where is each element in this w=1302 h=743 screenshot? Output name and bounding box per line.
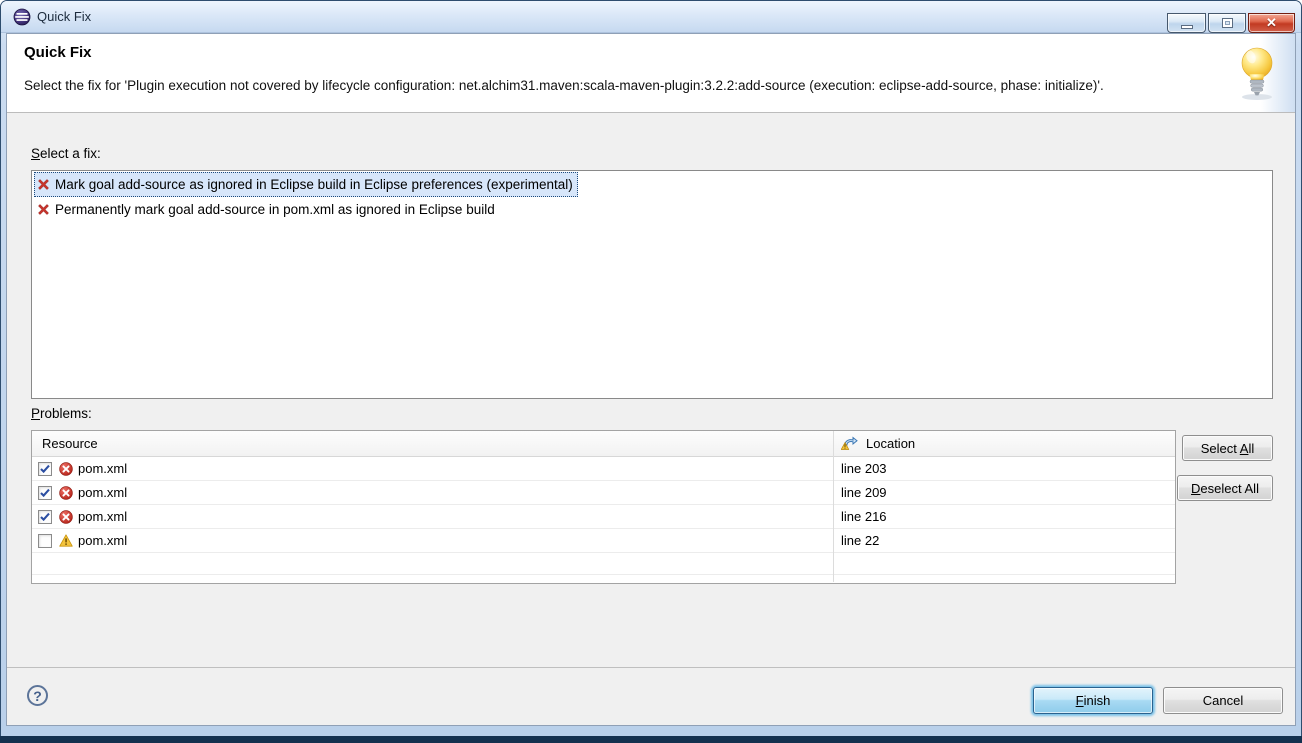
location-column-label: Location xyxy=(866,436,915,451)
problem-row[interactable]: pom.xml line 216 xyxy=(32,505,1175,529)
maximize-button[interactable] xyxy=(1208,13,1246,33)
help-button[interactable]: ? xyxy=(27,685,48,706)
dialog-title: Quick Fix xyxy=(24,44,92,61)
fix-item-label: Mark goal add-source as ignored in Eclip… xyxy=(55,177,573,192)
fix-item-label: Permanently mark goal add-source in pom.… xyxy=(55,202,495,217)
row-checkbox[interactable] xyxy=(38,462,52,476)
red-cross-icon xyxy=(37,203,50,216)
problem-row[interactable]: pom.xml line 203 xyxy=(32,457,1175,481)
problems-table[interactable]: Resource Location xyxy=(31,430,1176,584)
row-checkbox[interactable] xyxy=(38,510,52,524)
dialog-client-area: Quick Fix Select the fix for 'Plugin exe… xyxy=(6,33,1296,726)
error-icon xyxy=(59,510,73,524)
cancel-button[interactable]: Cancel xyxy=(1163,687,1283,714)
row-checkbox[interactable] xyxy=(38,486,52,500)
row-checkbox[interactable] xyxy=(38,534,52,548)
maximize-icon xyxy=(1222,18,1233,28)
problem-row[interactable]: pom.xml line 22 xyxy=(32,529,1175,553)
location-cell-label: line 209 xyxy=(833,485,1175,500)
resource-cell-label: pom.xml xyxy=(78,485,127,500)
location-cell-label: line 22 xyxy=(833,533,1175,548)
location-cell-label: line 203 xyxy=(833,461,1175,476)
problem-row[interactable]: pom.xml line 209 xyxy=(32,481,1175,505)
dialog-description: Select the fix for 'Plugin execution not… xyxy=(24,78,1104,93)
window-frame: Quick Fix ✕ Quick Fix Select the fix for… xyxy=(0,0,1302,743)
red-cross-icon xyxy=(37,178,50,191)
dialog-content: Select a fix: Mark goal add-source as ig… xyxy=(7,114,1295,666)
error-icon xyxy=(59,462,73,476)
empty-table-row xyxy=(32,553,1175,575)
error-icon xyxy=(59,486,73,500)
lightbulb-icon xyxy=(1235,44,1279,107)
problems-table-body: pom.xml line 203 xyxy=(32,457,1175,553)
finish-button[interactable]: Finish xyxy=(1033,687,1153,714)
resource-cell-label: pom.xml xyxy=(78,533,127,548)
window-bottom-edge xyxy=(0,736,1302,743)
column-divider[interactable] xyxy=(833,431,834,582)
fix-list[interactable]: Mark goal add-source as ignored in Eclip… xyxy=(31,170,1273,399)
eclipse-logo-icon xyxy=(13,8,31,26)
minimize-button[interactable] xyxy=(1167,13,1206,33)
warning-icon xyxy=(59,534,73,547)
resource-column-header[interactable]: Resource xyxy=(32,436,833,451)
location-column-header[interactable]: Location xyxy=(833,436,915,451)
window-title: Quick Fix xyxy=(37,1,91,33)
close-button[interactable]: ✕ xyxy=(1248,13,1295,33)
fix-list-label: Select a fix: xyxy=(31,146,101,161)
titlebar[interactable]: Quick Fix ✕ xyxy=(1,1,1301,33)
problems-table-header[interactable]: Resource Location xyxy=(32,431,1175,457)
resource-cell-label: pom.xml xyxy=(78,461,127,476)
deselect-all-button[interactable]: Deselect All xyxy=(1177,475,1273,501)
select-all-button[interactable]: Select All xyxy=(1182,435,1273,461)
problems-label: Problems: xyxy=(31,406,92,421)
location-cell-label: line 216 xyxy=(833,509,1175,524)
dialog-footer: ? Finish Cancel xyxy=(7,667,1295,725)
fix-list-item[interactable]: Permanently mark goal add-source in pom.… xyxy=(34,197,500,222)
problems-location-icon xyxy=(841,436,858,451)
minimize-icon xyxy=(1181,25,1193,29)
close-icon: ✕ xyxy=(1266,15,1277,31)
fix-list-item[interactable]: Mark goal add-source as ignored in Eclip… xyxy=(34,172,578,197)
resource-cell-label: pom.xml xyxy=(78,509,127,524)
window-controls: ✕ xyxy=(1167,13,1295,33)
dialog-header: Quick Fix Select the fix for 'Plugin exe… xyxy=(7,34,1295,113)
